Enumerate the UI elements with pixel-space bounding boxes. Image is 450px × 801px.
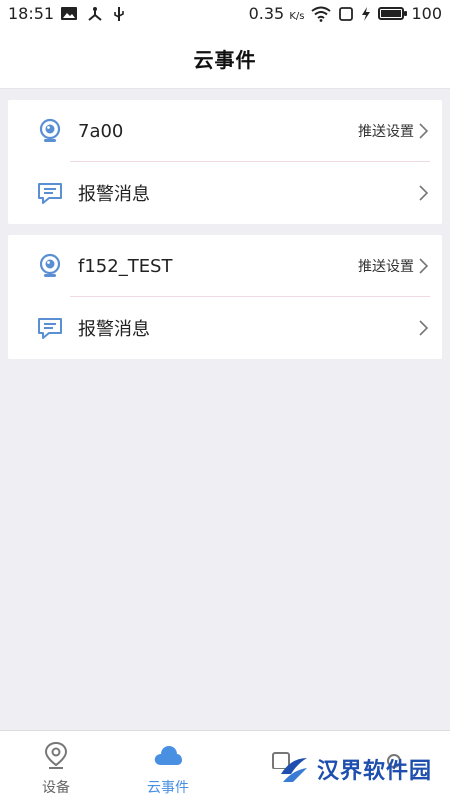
alarm-messages-row[interactable]: 报警消息 <box>8 297 442 359</box>
device-row[interactable]: 7a00 推送设置 <box>8 100 442 162</box>
chevron-right-icon[interactable] <box>416 319 430 337</box>
device-row[interactable]: f152_TEST 推送设置 <box>8 235 442 297</box>
battery-icon <box>378 7 408 20</box>
location-pin-icon <box>44 741 68 769</box>
network-speed: 0.35 K/s <box>248 4 305 23</box>
chevron-right-icon[interactable] <box>416 257 430 275</box>
nav-label-cloud-events: 云事件 <box>147 780 189 796</box>
camera-icon <box>39 253 61 277</box>
device-card: f152_TEST 推送设置 报警消息 <box>8 235 442 359</box>
status-bar: 18:51 0.35 K/s 100 <box>0 0 450 28</box>
image-notification-icon <box>61 7 77 20</box>
device-name: f152_TEST <box>78 255 173 277</box>
nav-item-cloud-events[interactable]: 云事件 <box>112 731 224 801</box>
message-icon <box>38 183 62 204</box>
push-settings-link[interactable]: 推送设置 <box>358 121 414 141</box>
chevron-right-icon[interactable] <box>416 122 430 140</box>
status-time: 18:51 <box>8 4 55 23</box>
watermark-text: 汉界软件园 <box>316 759 432 784</box>
status-right: 0.35 K/s 100 <box>249 4 442 23</box>
app-header: 云事件 <box>0 28 450 89</box>
alarm-messages-label: 报警消息 <box>78 319 150 340</box>
battery-percent: 100 <box>411 4 442 23</box>
notification-icons <box>60 6 126 22</box>
charging-icon <box>362 6 371 21</box>
nav-label-devices: 设备 <box>42 780 70 796</box>
page-title: 云事件 <box>193 47 257 72</box>
camera-icon <box>39 118 61 142</box>
cloud-icon <box>154 746 182 765</box>
push-settings-link[interactable]: 推送设置 <box>358 256 414 276</box>
alarm-messages-row[interactable]: 报警消息 <box>8 162 442 224</box>
device-name: 7a00 <box>78 120 124 142</box>
message-icon <box>38 318 62 339</box>
wifi-icon <box>311 6 332 22</box>
nav-item-devices[interactable]: 设备 <box>0 731 112 801</box>
watermark-logo-icon <box>280 758 307 782</box>
usb-share-icon <box>88 7 102 21</box>
watermark: 汉界软件园 <box>277 752 432 786</box>
device-card: 7a00 推送设置 报警消息 <box>8 100 442 224</box>
alarm-messages-label: 报警消息 <box>78 184 150 205</box>
sim-icon <box>339 6 354 21</box>
chevron-right-icon[interactable] <box>416 184 430 202</box>
usb-icon <box>114 7 124 21</box>
